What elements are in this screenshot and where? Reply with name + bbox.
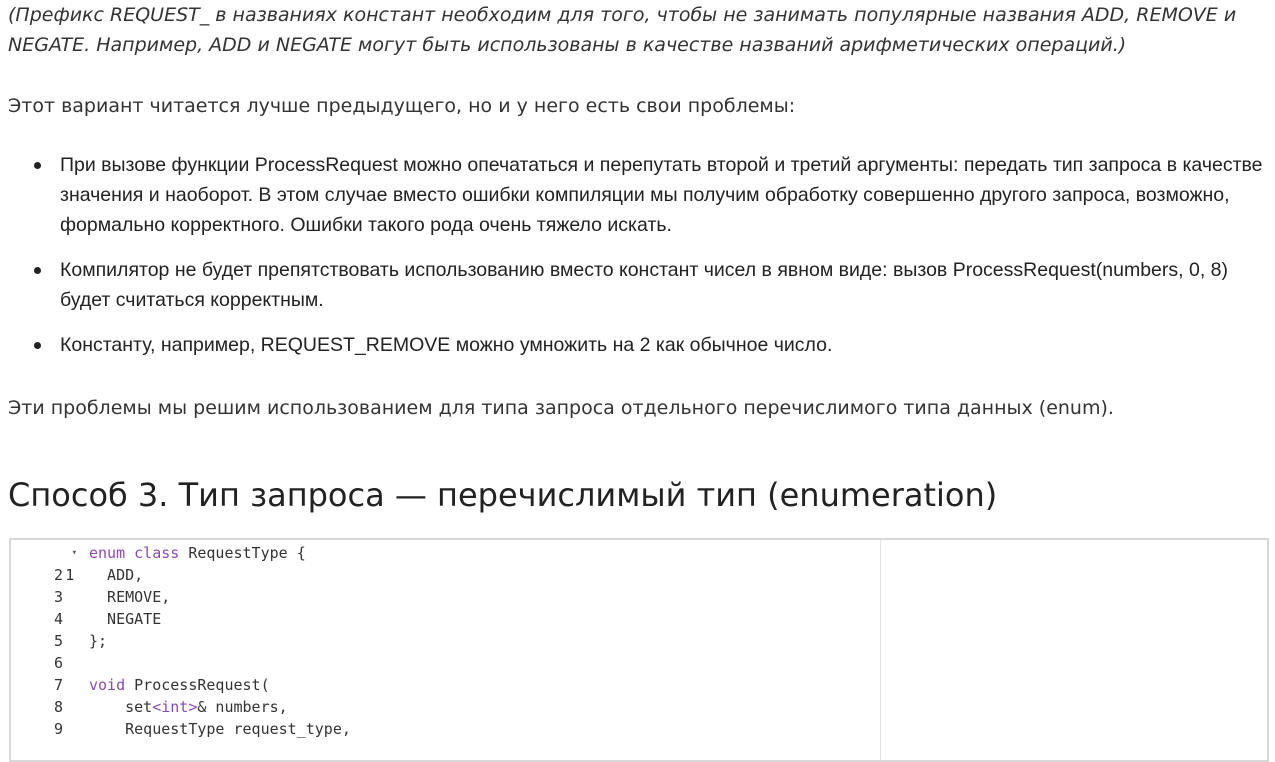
list-item-text: Константу, например, REQUEST_REMOVE можн… [60,334,833,356]
variant-paragraph: Этот вариант читается лучше предыдущего,… [8,95,796,117]
line-number: 9 [53,720,63,738]
line-number: 5 [53,632,63,650]
code-line: void ProcessRequest( [89,676,270,694]
code-line: RequestType request_type, [89,720,351,738]
section-heading: Способ 3. Тип запроса — перечислимый тип… [8,476,998,514]
fold-arrow-icon[interactable]: ▾ [72,542,77,564]
keyword-token: int [161,698,189,716]
line-number-gutter: 1 ▾ 2 3 4 5 6 7 8 9 [11,542,83,740]
keyword-token: enum [89,544,126,562]
keyword-token: < [152,698,162,716]
line-number: 4 [53,610,63,628]
problems-list: При вызове функции ProcessRequest можно … [0,150,1270,375]
keyword-token: void [89,676,126,694]
code-line: ADD, [89,566,144,584]
line-number: 8 [53,698,63,716]
solution-paragraph: Эти проблемы мы решим использованием для… [8,397,1114,419]
code-line: REMOVE, [89,588,171,606]
list-item-text: При вызове функции ProcessRequest можно … [60,154,1263,236]
list-item: При вызове функции ProcessRequest можно … [0,150,1270,240]
code-line: }; [89,632,108,650]
line-number: 7 [53,676,63,694]
line-number: 1 ▾ [11,542,83,584]
list-item-text: Компилятор не будет препятствовать испол… [60,259,1228,311]
code-line: NEGATE [89,610,162,628]
keyword-token: class [134,544,180,562]
line-number: 6 [53,654,63,672]
bullet-icon [34,162,41,169]
code-text-area[interactable]: enum class RequestType { ADD, REMOVE, NE… [89,542,1267,740]
code-editor[interactable]: 1 ▾ 2 3 4 5 6 7 8 9 enum class RequestTy… [9,538,1269,762]
intro-note: (Префикс REQUEST_ в названиях констант н… [8,4,1237,56]
code-line: set<int>& numbers, [89,698,288,716]
list-item: Константу, например, REQUEST_REMOVE можн… [0,330,1270,360]
line-number: 3 [53,588,63,606]
code-line: enum class RequestType { [89,544,306,562]
bullet-icon [34,342,41,349]
bullet-icon [34,267,41,274]
list-item: Компилятор не будет препятствовать испол… [0,255,1270,315]
line-number: 2 [53,566,63,584]
